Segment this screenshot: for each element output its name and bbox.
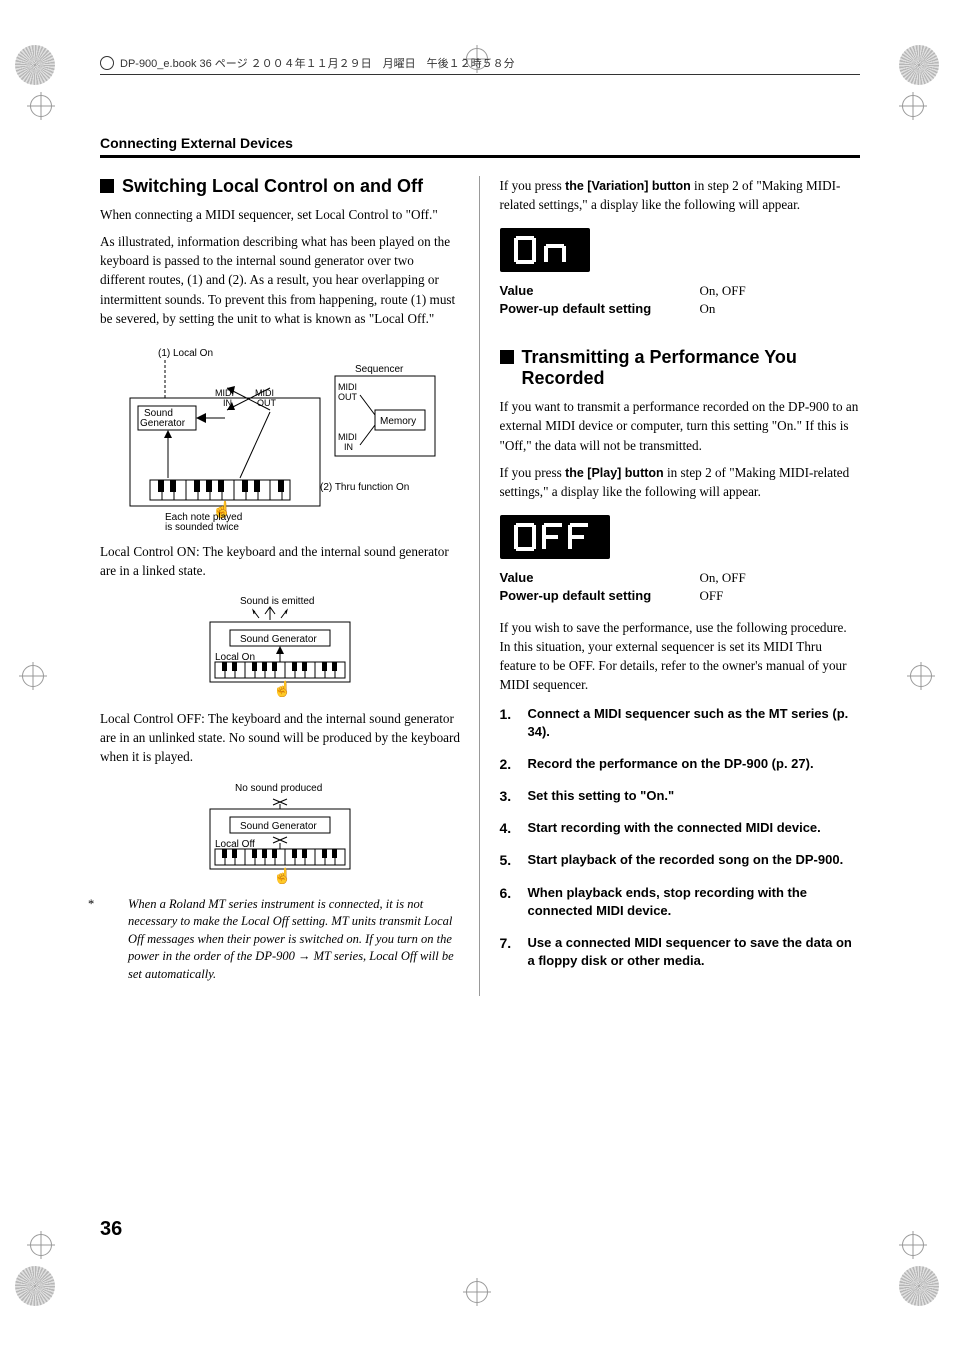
step-item: Connect a MIDI sequencer such as the MT … bbox=[500, 705, 861, 741]
kv-value: Value On, OFF bbox=[500, 283, 861, 299]
lcd-display-on bbox=[500, 228, 590, 272]
kv-default: Power-up default setting OFF bbox=[500, 588, 861, 604]
body-text: As illustrated, information describing w… bbox=[100, 232, 461, 328]
diagram-local-on-routes: (1) Local On Sound Generator MIDI IN MID… bbox=[120, 340, 440, 530]
body-text: Local Control OFF: The keyboard and the … bbox=[100, 709, 461, 766]
registration-mark bbox=[466, 1281, 488, 1303]
step-item: Set this setting to "On." bbox=[500, 787, 861, 805]
body-text: Local Control ON: The keyboard and the i… bbox=[100, 542, 461, 580]
diag-label-thru: (2) Thru function On bbox=[320, 482, 409, 493]
body-text: If you press the [Play] button in step 2… bbox=[500, 463, 861, 501]
svg-text:☝: ☝ bbox=[273, 866, 292, 884]
spiro-ornament-br bbox=[899, 1266, 939, 1306]
diagram-local-off: No sound produced Sound Generator Local … bbox=[185, 779, 375, 884]
svg-text:is sounded twice: is sounded twice bbox=[165, 522, 239, 530]
step-item: Record the performance on the DP-900 (p.… bbox=[500, 755, 861, 773]
lcd-display-off bbox=[500, 515, 610, 559]
svg-text:MIDI: MIDI bbox=[338, 382, 357, 392]
section-rule bbox=[100, 155, 860, 158]
body-text: When connecting a MIDI sequencer, set Lo… bbox=[100, 205, 461, 224]
page-number: 36 bbox=[100, 1218, 122, 1241]
body-text: If you wish to save the performance, use… bbox=[500, 618, 861, 695]
registration-mark bbox=[30, 1234, 52, 1256]
footnote: When a Roland MT series instrument is co… bbox=[100, 896, 461, 984]
step-item: When playback ends, stop recording with … bbox=[500, 884, 861, 920]
svg-text:IN: IN bbox=[344, 442, 353, 452]
page-header-file-info: DP-900_e.book 36 ページ ２００４年１１月２９日 月曜日 午後１… bbox=[100, 55, 860, 75]
spiro-ornament-bl bbox=[15, 1266, 55, 1306]
bold-button-ref: the [Play] button bbox=[565, 466, 664, 480]
svg-text:MIDI: MIDI bbox=[338, 432, 357, 442]
registration-mark bbox=[22, 665, 44, 687]
registration-mark bbox=[902, 1234, 924, 1256]
diag2-local: Local On bbox=[215, 652, 255, 663]
svg-text:OUT: OUT bbox=[338, 392, 358, 402]
step-item: Start recording with the connected MIDI … bbox=[500, 819, 861, 837]
body-text: If you want to transmit a performance re… bbox=[500, 397, 861, 454]
step-item: Start playback of the recorded song on t… bbox=[500, 851, 861, 869]
registration-mark bbox=[30, 95, 52, 117]
svg-text:☝: ☝ bbox=[273, 679, 292, 697]
svg-text:OUT: OUT bbox=[257, 398, 277, 408]
section-header: Connecting External Devices bbox=[100, 135, 860, 151]
diag2-title: Sound is emitted bbox=[240, 596, 315, 607]
body-text: If you press the [Variation] button in s… bbox=[500, 176, 861, 214]
kv-value: Value On, OFF bbox=[500, 570, 861, 586]
kv-default: Power-up default setting On bbox=[500, 301, 861, 317]
spiro-ornament-tl bbox=[15, 45, 55, 85]
diag-label-local-on: (1) Local On bbox=[158, 348, 213, 359]
diag-label-sequencer: Sequencer bbox=[355, 364, 404, 375]
heading-switching-local: Switching Local Control on and Off bbox=[100, 176, 461, 197]
registration-mark bbox=[902, 95, 924, 117]
diag2-sg: Sound Generator bbox=[240, 634, 317, 645]
spiro-ornament-tr bbox=[899, 45, 939, 85]
bold-button-ref: the [Variation] button bbox=[565, 179, 691, 193]
diag3-title: No sound produced bbox=[235, 783, 322, 794]
svg-text:Generator: Generator bbox=[140, 418, 186, 429]
diag3-sg: Sound Generator bbox=[240, 821, 317, 832]
step-item: Use a connected MIDI sequencer to save t… bbox=[500, 934, 861, 970]
heading-transmitting: Transmitting a Performance You Recorded bbox=[500, 347, 861, 389]
procedure-steps: Connect a MIDI sequencer such as the MT … bbox=[500, 705, 861, 971]
diagram-local-on: Sound is emitted Sound Generator Local O… bbox=[185, 592, 375, 697]
diag3-local: Local Off bbox=[215, 839, 255, 850]
diag-label-memory: Memory bbox=[380, 416, 416, 427]
registration-mark bbox=[910, 665, 932, 687]
diag-label-midi-out: MIDI bbox=[255, 388, 274, 398]
